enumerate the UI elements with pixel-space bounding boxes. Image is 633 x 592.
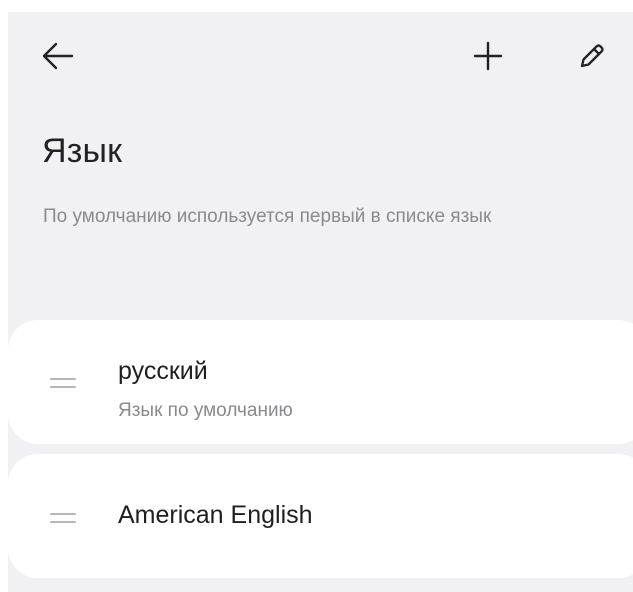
back-arrow-icon: [42, 42, 74, 70]
language-default-label: Язык по умолчанию: [118, 400, 293, 421]
page-title: Язык: [42, 132, 123, 170]
top-app-bar: [8, 12, 633, 102]
drag-handle[interactable]: [50, 511, 76, 525]
pencil-icon: [580, 44, 604, 68]
language-item-american-english[interactable]: American English: [8, 454, 633, 578]
language-settings-screen: Язык По умолчанию используется первый в …: [8, 12, 633, 592]
back-button[interactable]: [36, 34, 80, 78]
drag-handle-icon: [50, 378, 76, 388]
drag-handle-icon: [50, 513, 76, 523]
plus-icon: [473, 41, 503, 71]
language-name: русский: [118, 357, 208, 385]
drag-handle[interactable]: [50, 376, 76, 390]
page-description: По умолчанию используется первый в списк…: [43, 206, 492, 227]
language-name: American English: [118, 501, 313, 529]
add-language-button[interactable]: [466, 34, 510, 78]
language-item-russian[interactable]: русский Язык по умолчанию: [8, 320, 633, 444]
edit-button[interactable]: [570, 34, 614, 78]
